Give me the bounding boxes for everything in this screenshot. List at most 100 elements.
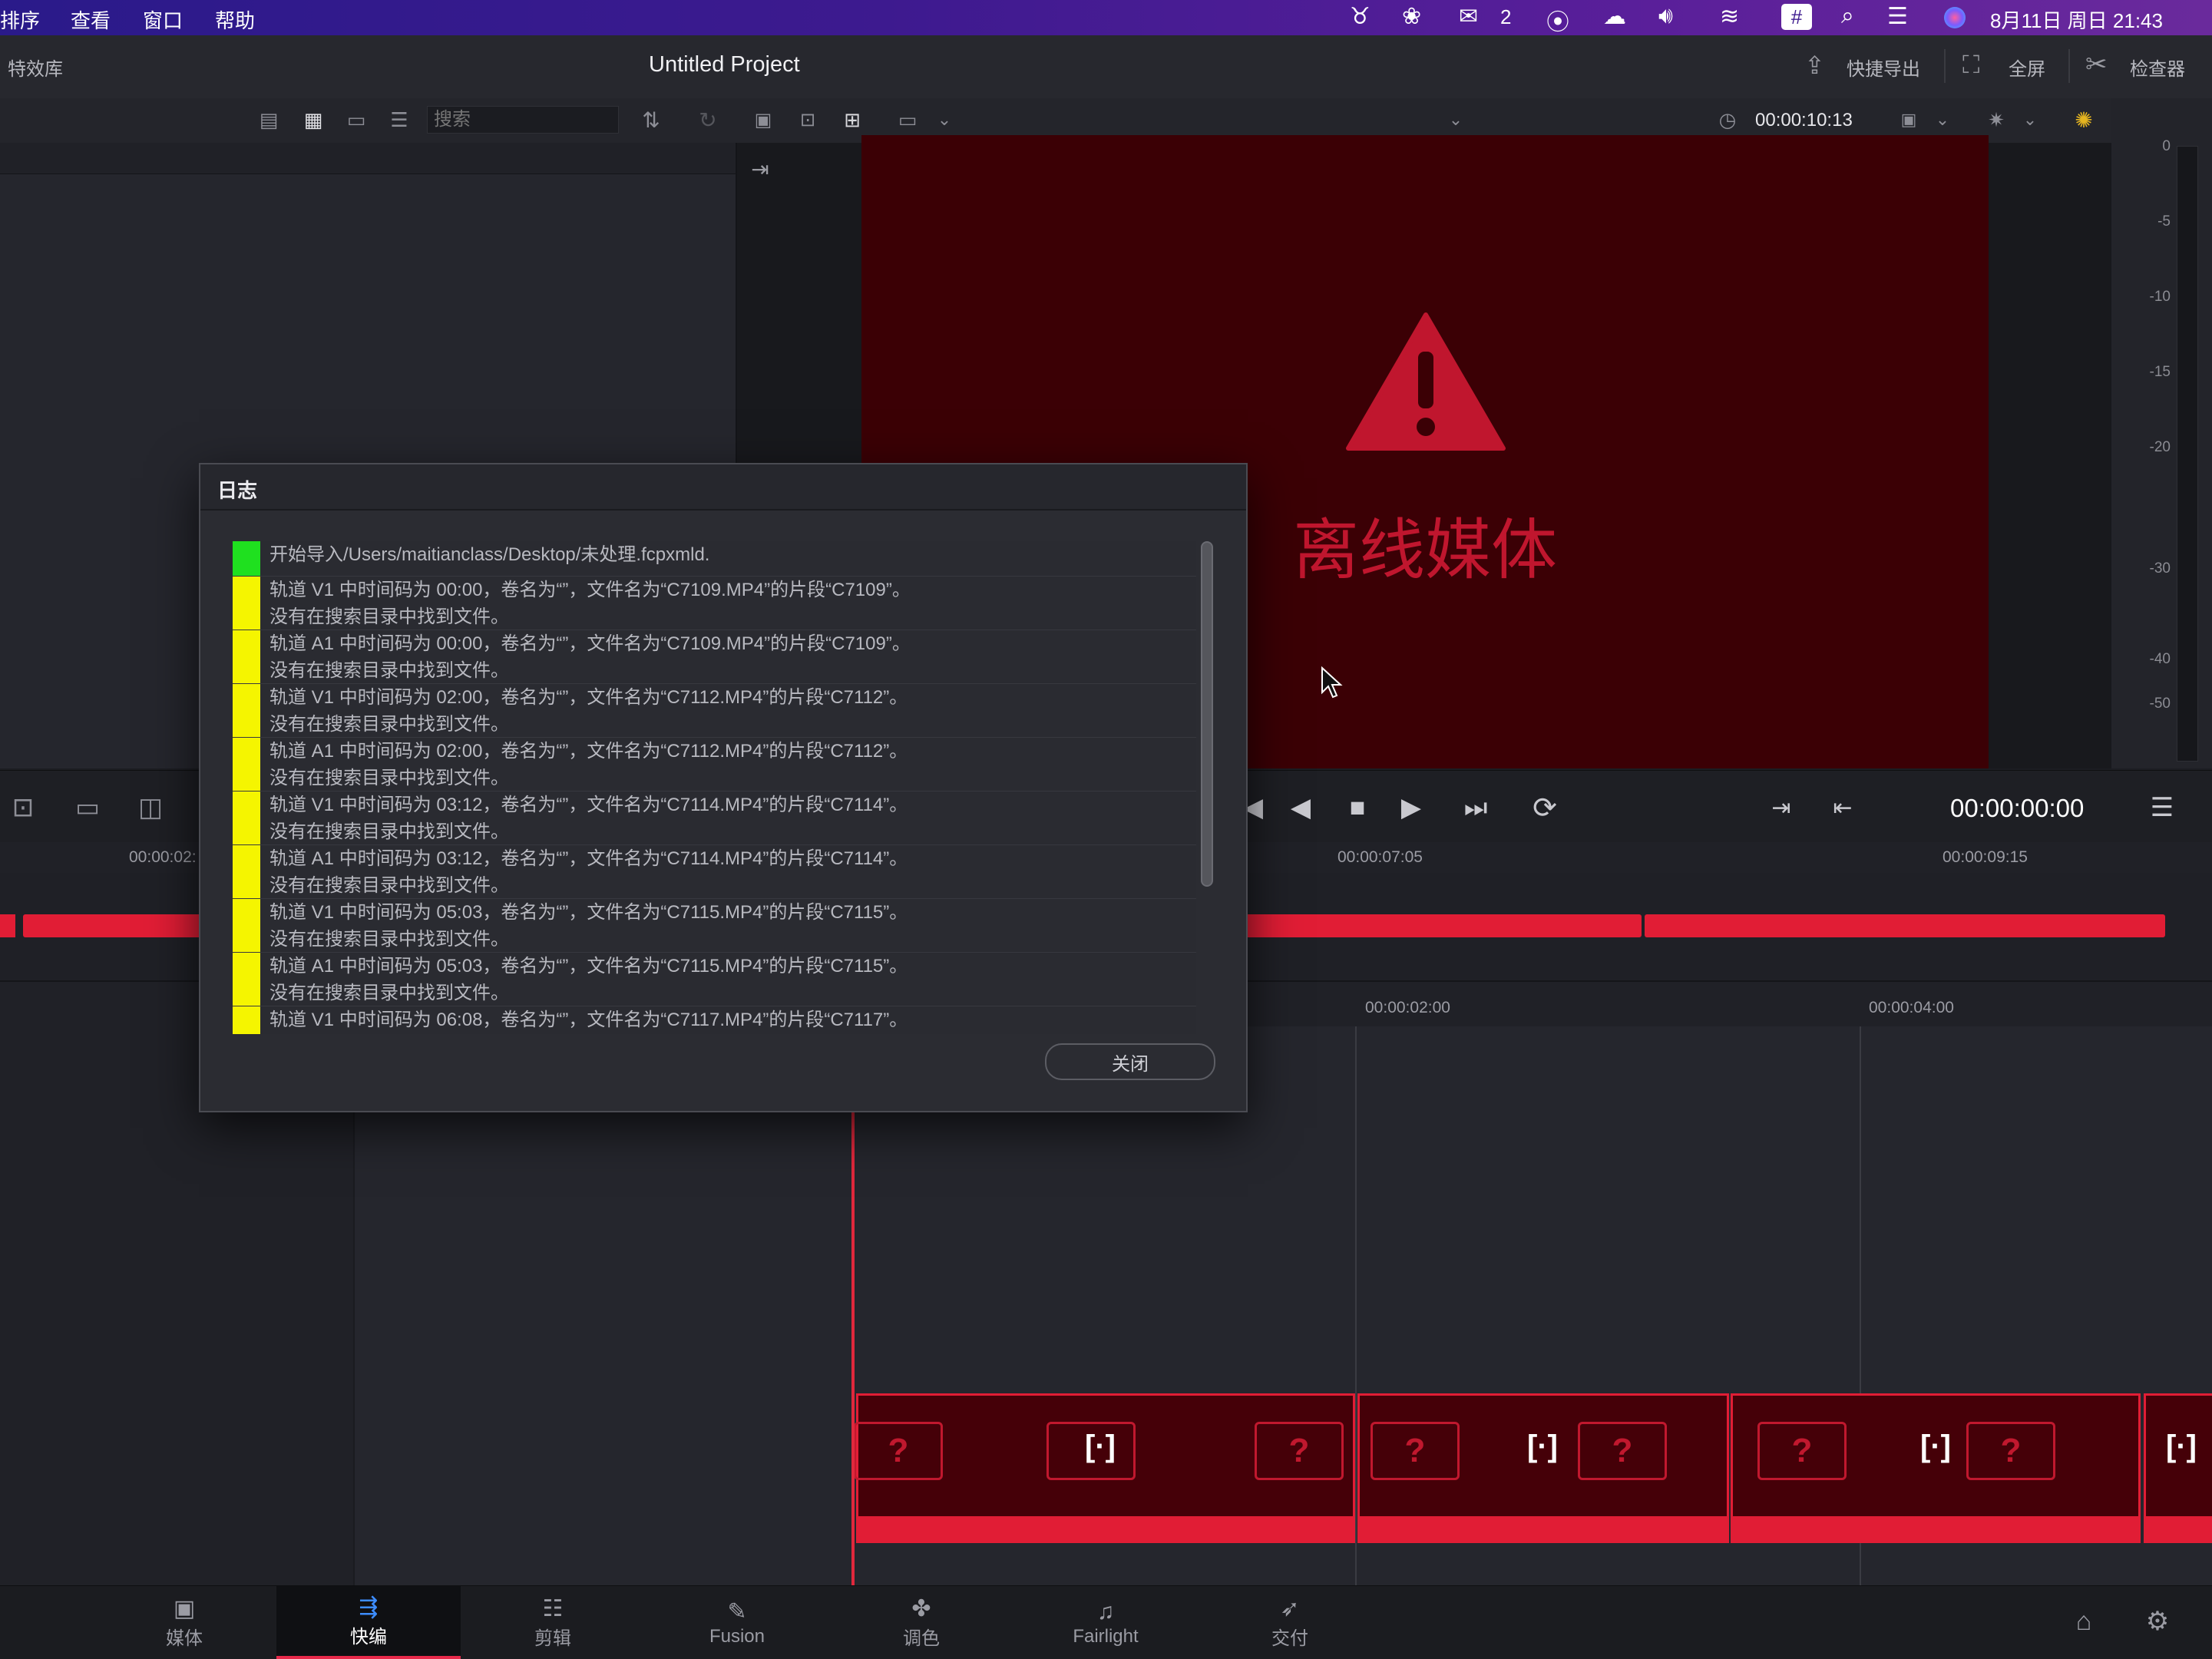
video-clip[interactable]: ? [·] ? <box>1357 1393 1729 1543</box>
missing-media-icon: ? <box>1255 1422 1344 1480</box>
tab-label: Fusion <box>709 1625 765 1647</box>
tab-color[interactable]: ✤ 调色 <box>829 1586 1013 1659</box>
overview-clip[interactable] <box>0 914 15 937</box>
app-status-icon[interactable]: ♉ <box>1350 3 1371 30</box>
meter-label: -50 <box>2149 696 2171 712</box>
sort-icon[interactable]: ⇅ <box>634 107 668 132</box>
quick-export-button[interactable]: 快捷导出 <box>1847 54 1920 81</box>
volume-icon[interactable]: 🔊︎ <box>1658 3 1673 29</box>
chevron-down-icon[interactable]: ⌄ <box>1440 107 1471 132</box>
reverse-play-icon[interactable]: ◀ <box>1282 789 1319 826</box>
tab-media[interactable]: ▣ 媒体 <box>92 1586 276 1659</box>
menu-help[interactable]: 帮助 <box>215 5 255 34</box>
inspector-icon[interactable]: ✂ <box>2085 49 2108 80</box>
grid-view-icon[interactable]: ▦ <box>298 107 329 132</box>
skip-to-end-icon[interactable]: ⇥ <box>745 154 775 184</box>
chevron-down-icon[interactable]: ⌄ <box>1929 107 1956 132</box>
chevron-down-icon[interactable]: ⌄ <box>929 107 960 132</box>
effects-library-label[interactable]: 特效库 <box>8 54 63 81</box>
snapshot-icon[interactable]: ⊡ <box>5 789 41 826</box>
go-to-start-icon[interactable]: ⇤ <box>1826 789 1860 826</box>
tab-fusion[interactable]: ✎ Fusion <box>645 1586 829 1659</box>
wechat-badge: 2 <box>1500 5 1512 28</box>
log-entry-text: 轨道 V1 中时间码为 02:00，卷名为“”，文件名为“C7112.MP4”的… <box>269 687 908 708</box>
audio-strip <box>858 1516 1353 1541</box>
tab-label: 调色 <box>903 1628 940 1649</box>
airplay-icon[interactable]: ☁ <box>1603 3 1626 30</box>
log-entry-text: 没有在搜索目录中找到文件。 <box>269 606 509 627</box>
deliver-icon: ➶ <box>1280 1596 1300 1621</box>
go-to-end-icon[interactable]: ⇥ <box>1764 789 1798 826</box>
ruler-tick-label: 00:00:04:00 <box>1869 999 1954 1016</box>
render-cache-icon[interactable]: ✷ <box>1979 107 2013 132</box>
image-view-icon[interactable]: ▣ <box>748 107 779 132</box>
strip-view-icon[interactable]: ▭ <box>341 107 372 132</box>
viewer-size-icon[interactable]: ▭ <box>891 107 924 132</box>
menu-view[interactable]: 查看 <box>71 5 111 34</box>
project-title: Untitled Project <box>649 52 800 77</box>
log-entry-text: 轨道 V1 中时间码为 06:08，卷名为“”，文件名为“C7117.MP4”的… <box>269 1010 908 1030</box>
fullscreen-button[interactable]: 全屏 <box>2009 54 2045 81</box>
log-entry-text: 开始导入/Users/maitianclass/Desktop/未处理.fcpx… <box>269 544 710 565</box>
log-list[interactable]: 开始导入/Users/maitianclass/Desktop/未处理.fcpx… <box>233 541 1196 1034</box>
loop-icon[interactable]: ⟳ <box>1523 789 1566 826</box>
input-method-icon[interactable]: # <box>1781 4 1812 30</box>
project-bar: 特效库 Untitled Project ⇪ 快捷导出 ⛶ 全屏 ✂ 检查器 <box>0 35 2212 99</box>
tab-fairlight[interactable]: ♫ Fairlight <box>1013 1586 1198 1659</box>
video-clip[interactable]: ? [·] ? <box>854 1393 1355 1543</box>
multi-view-icon[interactable]: ⊞ <box>835 107 869 132</box>
menu-window[interactable]: 窗口 <box>143 5 183 34</box>
export-icon[interactable]: ⇪ <box>1804 51 1825 80</box>
log-entry-text: 没有在搜索目录中找到文件。 <box>269 875 509 896</box>
siri-icon[interactable] <box>1944 7 1966 28</box>
play-icon[interactable]: ▶ <box>1393 789 1430 826</box>
tab-edit[interactable]: ☷ 剪辑 <box>461 1586 645 1659</box>
control-center-icon[interactable]: ☰ <box>1887 3 1908 30</box>
video-clip[interactable]: ? [·] ? <box>1731 1393 2141 1543</box>
home-icon[interactable]: ⌂ <box>2065 1603 2102 1640</box>
safe-area-icon[interactable]: ⊡ <box>791 107 825 132</box>
meter-label: -30 <box>2149 560 2171 577</box>
refresh-icon[interactable]: ↻ <box>691 107 725 132</box>
scrollbar[interactable] <box>1201 541 1213 887</box>
color-picker-icon[interactable]: ✺ <box>2067 106 2101 134</box>
search-input[interactable] <box>427 106 619 134</box>
tab-deliver[interactable]: ➶ 交付 <box>1198 1586 1382 1659</box>
video-clip[interactable]: [·] <box>2144 1393 2212 1543</box>
playhead[interactable] <box>851 1110 855 1585</box>
status-warning-swatch <box>233 738 260 791</box>
fullscreen-icon[interactable]: ⛶ <box>1962 51 1979 80</box>
spotlight-icon[interactable]: ⌕ <box>1841 3 1854 29</box>
close-button[interactable]: 关闭 <box>1045 1043 1215 1080</box>
log-entry-text: 没有在搜索目录中找到文件。 <box>269 768 509 788</box>
menu-sort[interactable]: 排序 <box>0 5 40 34</box>
dialog-titlebar[interactable]: 日志 <box>200 464 1246 511</box>
cluster-icon[interactable]: ❀ <box>1402 3 1421 30</box>
wechat-icon[interactable]: ✉ <box>1459 3 1478 30</box>
split-view-icon[interactable]: ◫ <box>132 789 169 826</box>
wifi-icon[interactable]: ≋ <box>1720 3 1739 30</box>
link-icon: [·] <box>2166 1429 2197 1463</box>
list-view-icon[interactable]: ▤ <box>253 107 284 132</box>
settings-gear-icon[interactable]: ⚙ <box>2139 1603 2176 1640</box>
log-entry: 轨道 A1 中时间码为 03:12，卷名为“”，文件名为“C7114.MP4”的… <box>233 845 1196 899</box>
status-ok-swatch <box>233 541 260 576</box>
track-view-icon[interactable]: ▭ <box>69 789 106 826</box>
log-entry: 轨道 V1 中时间码为 06:08，卷名为“”，文件名为“C7117.MP4”的… <box>233 1006 1196 1034</box>
fusion-icon: ✎ <box>727 1598 747 1624</box>
cut-icon: ⇶ <box>359 1595 379 1620</box>
media-pool-header <box>0 143 736 174</box>
detail-view-icon[interactable]: ☰ <box>384 107 415 132</box>
chevron-down-icon[interactable]: ⌄ <box>2016 107 2044 132</box>
inspector-button[interactable]: 检查器 <box>2130 54 2185 81</box>
status-warning-swatch <box>233 845 260 898</box>
status-warning-swatch <box>233 577 260 630</box>
proxy-icon[interactable]: ▣ <box>1892 107 1926 132</box>
menu-icon[interactable]: ☰ <box>2142 789 2182 826</box>
tab-cut[interactable]: ⇶ 快编 <box>276 1586 461 1659</box>
screen-record-icon[interactable]: ⦿ <box>1546 3 1569 37</box>
overview-clip[interactable] <box>1645 914 2165 937</box>
stop-icon[interactable]: ■ <box>1339 789 1376 826</box>
next-clip-icon[interactable]: ⏭ <box>1453 789 1499 826</box>
log-entry: 开始导入/Users/maitianclass/Desktop/未处理.fcpx… <box>233 541 1196 577</box>
